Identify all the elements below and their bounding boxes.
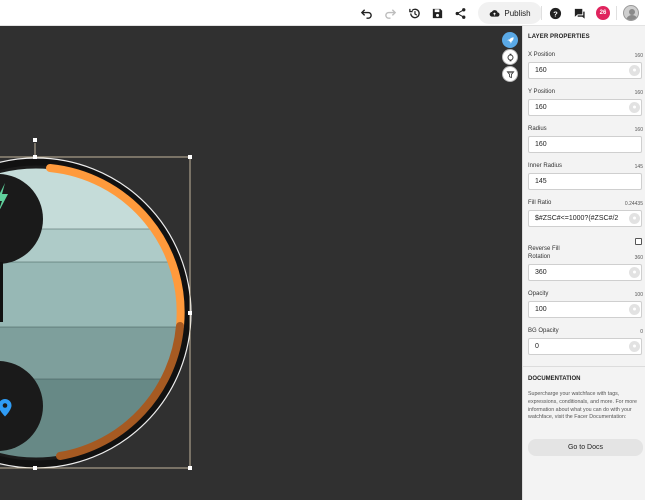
rotate-handle[interactable] [33,138,37,142]
save-icon[interactable] [427,3,447,23]
opacity-input[interactable]: 100 [528,301,642,318]
expression-icon[interactable]: ● [629,213,640,224]
history-icon[interactable] [404,3,424,23]
toolbar-divider [616,6,617,20]
field-label: Fill Ratio [528,200,552,206]
watch-icon[interactable] [502,49,518,65]
avatar-body [626,15,638,20]
expression-icon[interactable]: ● [629,304,640,315]
toolbar-divider [541,6,542,20]
resize-handle-right[interactable] [188,311,192,315]
user-avatar[interactable] [623,5,639,21]
filter-icon[interactable] [502,66,518,82]
resize-handle-bottom[interactable] [33,466,37,470]
field-label: Y Position [528,89,555,95]
help-icon[interactable]: ? [545,3,565,23]
field-value: 160 [634,90,643,96]
field-label: X Position [528,52,556,58]
inner-radius-input[interactable]: 145 [528,173,642,190]
resize-handle-top[interactable] [33,155,37,159]
expression-icon[interactable]: ● [629,65,640,76]
rotation-input[interactable]: 360 [528,264,642,281]
publish-button[interactable]: Publish [478,2,542,24]
notifications-badge[interactable]: 26 [596,6,610,20]
reverse-fill-checkbox[interactable] [635,238,642,245]
panel-divider [523,366,645,367]
y-position-input[interactable]: 160 [528,99,642,116]
field-value: 0 [640,329,643,335]
field-label: Rotation [528,254,551,260]
field-value: 145 [634,164,643,170]
comments-icon[interactable] [569,3,589,23]
resize-handle-top-right[interactable] [188,155,192,159]
field-label: Opacity [528,291,549,297]
resize-handle-bottom-right[interactable] [188,466,192,470]
fill-ratio-input[interactable]: $#ZSC#<=1000?(#ZSC#/2 [528,210,642,227]
watchface-preview[interactable] [0,26,522,500]
x-position-input[interactable]: 160 [528,62,642,79]
publish-label: Publish [504,8,531,18]
reverse-fill-row: Reverse Fill [528,237,643,252]
undo-icon[interactable] [356,3,376,23]
rocket-icon[interactable] [502,32,518,48]
expression-icon[interactable]: ● [629,341,640,352]
reverse-fill-label: Reverse Fill [528,246,560,252]
radius-input[interactable]: 160 [528,136,642,153]
field-label: Radius [528,126,547,132]
documentation-text: Supercharge your watchface with tags, ex… [528,391,637,421]
top-toolbar: Publish ? 26 [0,0,645,26]
center-hand [0,262,3,322]
editor-canvas[interactable] [0,26,522,500]
field-label: Inner Radius [528,163,563,169]
layer-properties-panel: LAYER PROPERTIES X Position 160 160 ● Y … [522,26,645,500]
field-value: 100 [634,292,643,298]
field-value: 160 [634,53,643,59]
field-value: 0.24435 [624,201,643,207]
redo-icon[interactable] [380,3,400,23]
documentation-title: DOCUMENTATION [528,376,581,382]
bg-opacity-input[interactable]: 0 [528,338,642,355]
field-label: BG Opacity [528,328,559,334]
field-value: 160 [634,127,643,133]
field-value: 360 [634,255,643,261]
go-to-docs-button[interactable]: Go to Docs [528,439,643,456]
panel-title: LAYER PROPERTIES [528,34,590,40]
expression-icon[interactable]: ● [629,267,640,278]
cloud-upload-icon [490,9,500,17]
svg-text:?: ? [553,9,558,18]
share-icon[interactable] [450,3,470,23]
expression-icon[interactable]: ● [629,102,640,113]
